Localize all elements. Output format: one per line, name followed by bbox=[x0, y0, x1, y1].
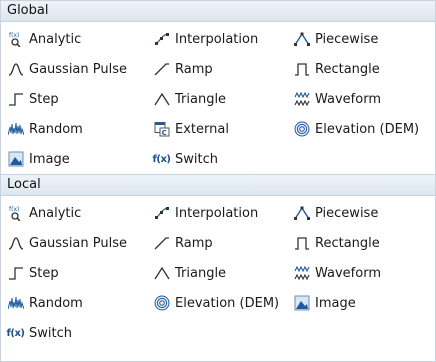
menu-item-elevation-dem[interactable]: Elevation (DEM) bbox=[287, 114, 435, 144]
menu-item-label: Ramp bbox=[175, 235, 213, 251]
image-icon bbox=[7, 151, 24, 167]
analytic-icon-glyph: f(x) bbox=[9, 32, 19, 39]
functions-menu-panel: Global f(x) Analytic Interpolation Piecewise… bbox=[0, 0, 436, 362]
elevation-icon bbox=[293, 121, 310, 137]
menu-item-rectangle[interactable]: Rectangle bbox=[287, 54, 435, 84]
waveform-icon bbox=[293, 91, 310, 107]
section-header-global: Global bbox=[1, 1, 435, 22]
analytic-icon: f(x) bbox=[7, 31, 24, 47]
menu-item-piecewise[interactable]: Piecewise bbox=[287, 198, 435, 228]
menu-item-elevation-dem[interactable]: Elevation (DEM) bbox=[147, 288, 287, 318]
rectangle-icon bbox=[293, 235, 310, 251]
menu-item-random[interactable]: Random bbox=[1, 114, 147, 144]
elevation-icon bbox=[153, 295, 170, 311]
section-header-local: Local bbox=[1, 174, 435, 196]
menu-item-label: Elevation (DEM) bbox=[175, 295, 280, 311]
menu-item-label: Waveform bbox=[315, 265, 381, 281]
menu-item-label: Piecewise bbox=[315, 31, 379, 47]
menu-item-label: Interpolation bbox=[175, 31, 259, 47]
menu-item-label: Interpolation bbox=[175, 205, 259, 221]
menu-item-label: Rectangle bbox=[315, 61, 380, 77]
menu-item-label: Image bbox=[29, 151, 70, 167]
menu-item-label: Triangle bbox=[175, 91, 227, 107]
menu-item-switch[interactable]: f(x) Switch bbox=[147, 144, 287, 174]
step-icon bbox=[7, 265, 24, 281]
menu-item-label: Switch bbox=[175, 151, 218, 167]
menu-item-label: Triangle bbox=[175, 265, 227, 281]
menu-item-gaussian-pulse[interactable]: Gaussian Pulse bbox=[1, 54, 147, 84]
menu-item-label: Step bbox=[29, 91, 59, 107]
analytic-icon-glyph: f(x) bbox=[9, 206, 19, 213]
menu-item-interpolation[interactable]: Interpolation bbox=[147, 198, 287, 228]
analytic-icon: f(x) bbox=[7, 205, 24, 221]
menu-item-gaussian-pulse[interactable]: Gaussian Pulse bbox=[1, 228, 147, 258]
menu-item-label: Piecewise bbox=[315, 205, 379, 221]
menu-item-label: Analytic bbox=[29, 205, 82, 221]
menu-item-label: Waveform bbox=[315, 91, 381, 107]
ramp-icon bbox=[153, 61, 170, 77]
menu-item-label: Gaussian Pulse bbox=[29, 61, 128, 77]
rectangle-icon bbox=[293, 61, 310, 77]
interpolation-icon bbox=[153, 205, 170, 221]
section-items-global: f(x) Analytic Interpolation Piecewise Gaussi… bbox=[1, 22, 435, 174]
switch-icon-glyph: f(x) bbox=[152, 153, 171, 165]
menu-item-waveform[interactable]: Waveform bbox=[287, 84, 435, 114]
interpolation-icon bbox=[153, 31, 170, 47]
menu-item-label: Image bbox=[315, 295, 356, 311]
gaussian-pulse-icon bbox=[7, 235, 24, 251]
menu-item-analytic[interactable]: f(x) Analytic bbox=[1, 198, 147, 228]
menu-item-label: Switch bbox=[29, 325, 72, 341]
menu-item-random[interactable]: Random bbox=[1, 288, 147, 318]
piecewise-icon bbox=[293, 205, 310, 221]
menu-item-step[interactable]: Step bbox=[1, 258, 147, 288]
menu-item-interpolation[interactable]: Interpolation bbox=[147, 24, 287, 54]
menu-item-image[interactable]: Image bbox=[1, 144, 147, 174]
gaussian-pulse-icon bbox=[7, 61, 24, 77]
menu-item-label: Ramp bbox=[175, 61, 213, 77]
menu-item-triangle[interactable]: Triangle bbox=[147, 258, 287, 288]
menu-item-triangle[interactable]: Triangle bbox=[147, 84, 287, 114]
ramp-icon bbox=[153, 235, 170, 251]
image-icon bbox=[293, 295, 310, 311]
menu-item-label: Step bbox=[29, 265, 59, 281]
external-icon: C bbox=[153, 121, 170, 137]
menu-item-label: Analytic bbox=[29, 31, 82, 47]
menu-item-label: External bbox=[175, 121, 229, 137]
menu-item-ramp[interactable]: Ramp bbox=[147, 228, 287, 258]
menu-item-label: Random bbox=[29, 295, 83, 311]
menu-item-ramp[interactable]: Ramp bbox=[147, 54, 287, 84]
triangle-icon bbox=[153, 91, 170, 107]
switch-icon-glyph: f(x) bbox=[6, 327, 25, 339]
switch-icon: f(x) bbox=[6, 325, 25, 341]
menu-item-piecewise[interactable]: Piecewise bbox=[287, 24, 435, 54]
menu-item-switch[interactable]: f(x) Switch bbox=[1, 318, 147, 348]
menu-item-step[interactable]: Step bbox=[1, 84, 147, 114]
section-items-local: f(x) Analytic Interpolation Piecewise Gaussi… bbox=[1, 196, 435, 348]
svg-text:C: C bbox=[161, 129, 166, 137]
menu-item-label: Rectangle bbox=[315, 235, 380, 251]
random-icon bbox=[7, 121, 24, 137]
menu-item-waveform[interactable]: Waveform bbox=[287, 258, 435, 288]
menu-item-external[interactable]: C External bbox=[147, 114, 287, 144]
menu-item-rectangle[interactable]: Rectangle bbox=[287, 228, 435, 258]
menu-item-label: Random bbox=[29, 121, 83, 137]
piecewise-icon bbox=[293, 31, 310, 47]
menu-item-image[interactable]: Image bbox=[287, 288, 435, 318]
menu-item-label: Elevation (DEM) bbox=[315, 121, 420, 137]
menu-item-label: Gaussian Pulse bbox=[29, 235, 128, 251]
sections-container: Global f(x) Analytic Interpolation Piecewise… bbox=[1, 1, 435, 348]
random-icon bbox=[7, 295, 24, 311]
triangle-icon bbox=[153, 265, 170, 281]
step-icon bbox=[7, 91, 24, 107]
menu-item-analytic[interactable]: f(x) Analytic bbox=[1, 24, 147, 54]
switch-icon: f(x) bbox=[152, 151, 171, 167]
waveform-icon bbox=[293, 265, 310, 281]
